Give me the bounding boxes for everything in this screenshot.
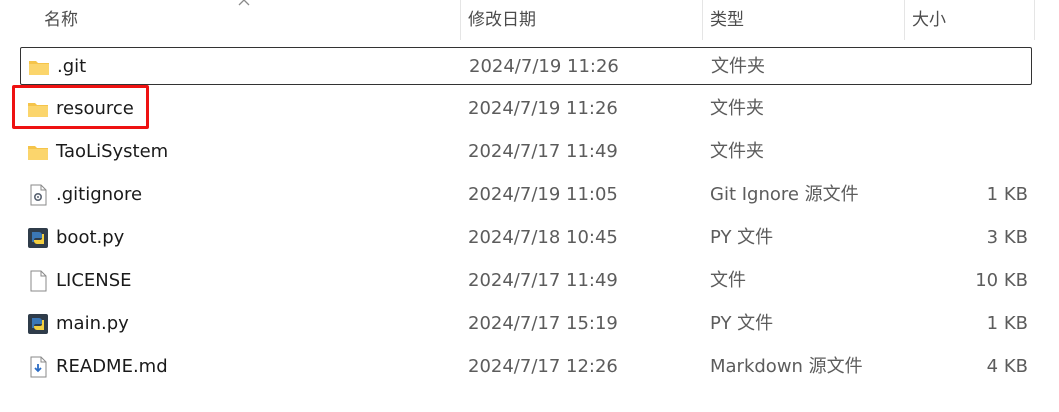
file-type: 文件夹 (710, 141, 764, 162)
file-name: TaoLiSystem (56, 141, 169, 162)
file-name: .gitignore (56, 184, 143, 205)
file-type: 文件夹 (710, 98, 764, 119)
file-type: PY 文件 (710, 227, 774, 248)
file-name: README.md (56, 356, 168, 377)
column-header-size[interactable]: 大小 (904, 0, 1034, 40)
file-date: 2024/7/19 11:05 (468, 184, 618, 205)
column-header-date[interactable]: 修改日期 (460, 0, 702, 40)
file-name: boot.py (56, 227, 125, 248)
file-row-taolisystem[interactable]: TaoLiSystem 2024/7/17 11:49 文件夹 (20, 133, 1032, 171)
file-row-readme-md[interactable]: README.md 2024/7/17 12:26 Markdown 源文件 4… (20, 348, 1032, 386)
config-file-icon (30, 184, 47, 206)
file-type: PY 文件 (710, 313, 774, 334)
python-file-icon (28, 228, 48, 248)
file-size: 3 KB (986, 227, 1028, 248)
file-date: 2024/7/19 11:26 (468, 98, 618, 119)
file-date: 2024/7/17 11:49 (468, 141, 618, 162)
file-date: 2024/7/17 11:49 (468, 270, 618, 291)
file-size: 1 KB (986, 184, 1028, 205)
file-name: LICENSE (56, 270, 132, 291)
file-type: 文件夹 (711, 56, 765, 77)
file-date: 2024/7/18 10:45 (468, 227, 618, 248)
file-row-license[interactable]: LICENSE 2024/7/17 11:49 文件 10 KB (20, 262, 1032, 300)
column-header-type[interactable]: 类型 (702, 0, 904, 40)
file-type: 文件 (710, 270, 746, 291)
file-size: 1 KB (986, 313, 1028, 334)
file-row-boot-py[interactable]: boot.py 2024/7/18 10:45 PY 文件 3 KB (20, 219, 1032, 257)
python-file-icon (28, 314, 48, 334)
folder-icon (29, 61, 49, 75)
folder-icon (28, 146, 48, 160)
column-divider[interactable] (1034, 0, 1035, 40)
blank-file-icon (30, 270, 47, 292)
file-date: 2024/7/19 11:26 (469, 56, 619, 77)
markdown-file-icon (30, 356, 47, 378)
file-name: main.py (56, 313, 129, 334)
file-row-main-py[interactable]: main.py 2024/7/17 15:19 PY 文件 1 KB (20, 305, 1032, 343)
annotation-highlight-box (12, 85, 149, 129)
file-name: .git (57, 56, 87, 77)
file-type: Markdown 源文件 (710, 356, 863, 377)
file-type: Git Ignore 源文件 (710, 184, 859, 205)
file-row-gitignore[interactable]: .gitignore 2024/7/19 11:05 Git Ignore 源文… (20, 176, 1032, 214)
sort-ascending-icon (238, 0, 250, 6)
file-size: 4 KB (986, 356, 1028, 377)
file-date: 2024/7/17 15:19 (468, 313, 618, 334)
column-header-bar: 名称 修改日期 类型 大小 (0, 0, 1059, 40)
file-row-resource[interactable]: resource 2024/7/19 11:26 文件夹 (20, 90, 1032, 128)
file-row-git[interactable]: .git 2024/7/19 11:26 文件夹 (20, 47, 1032, 85)
file-date: 2024/7/17 12:26 (468, 356, 618, 377)
file-explorer: 名称 修改日期 类型 大小 .git 2024/7/19 11:26 文件夹 r… (0, 0, 1059, 412)
file-size: 10 KB (975, 270, 1028, 291)
